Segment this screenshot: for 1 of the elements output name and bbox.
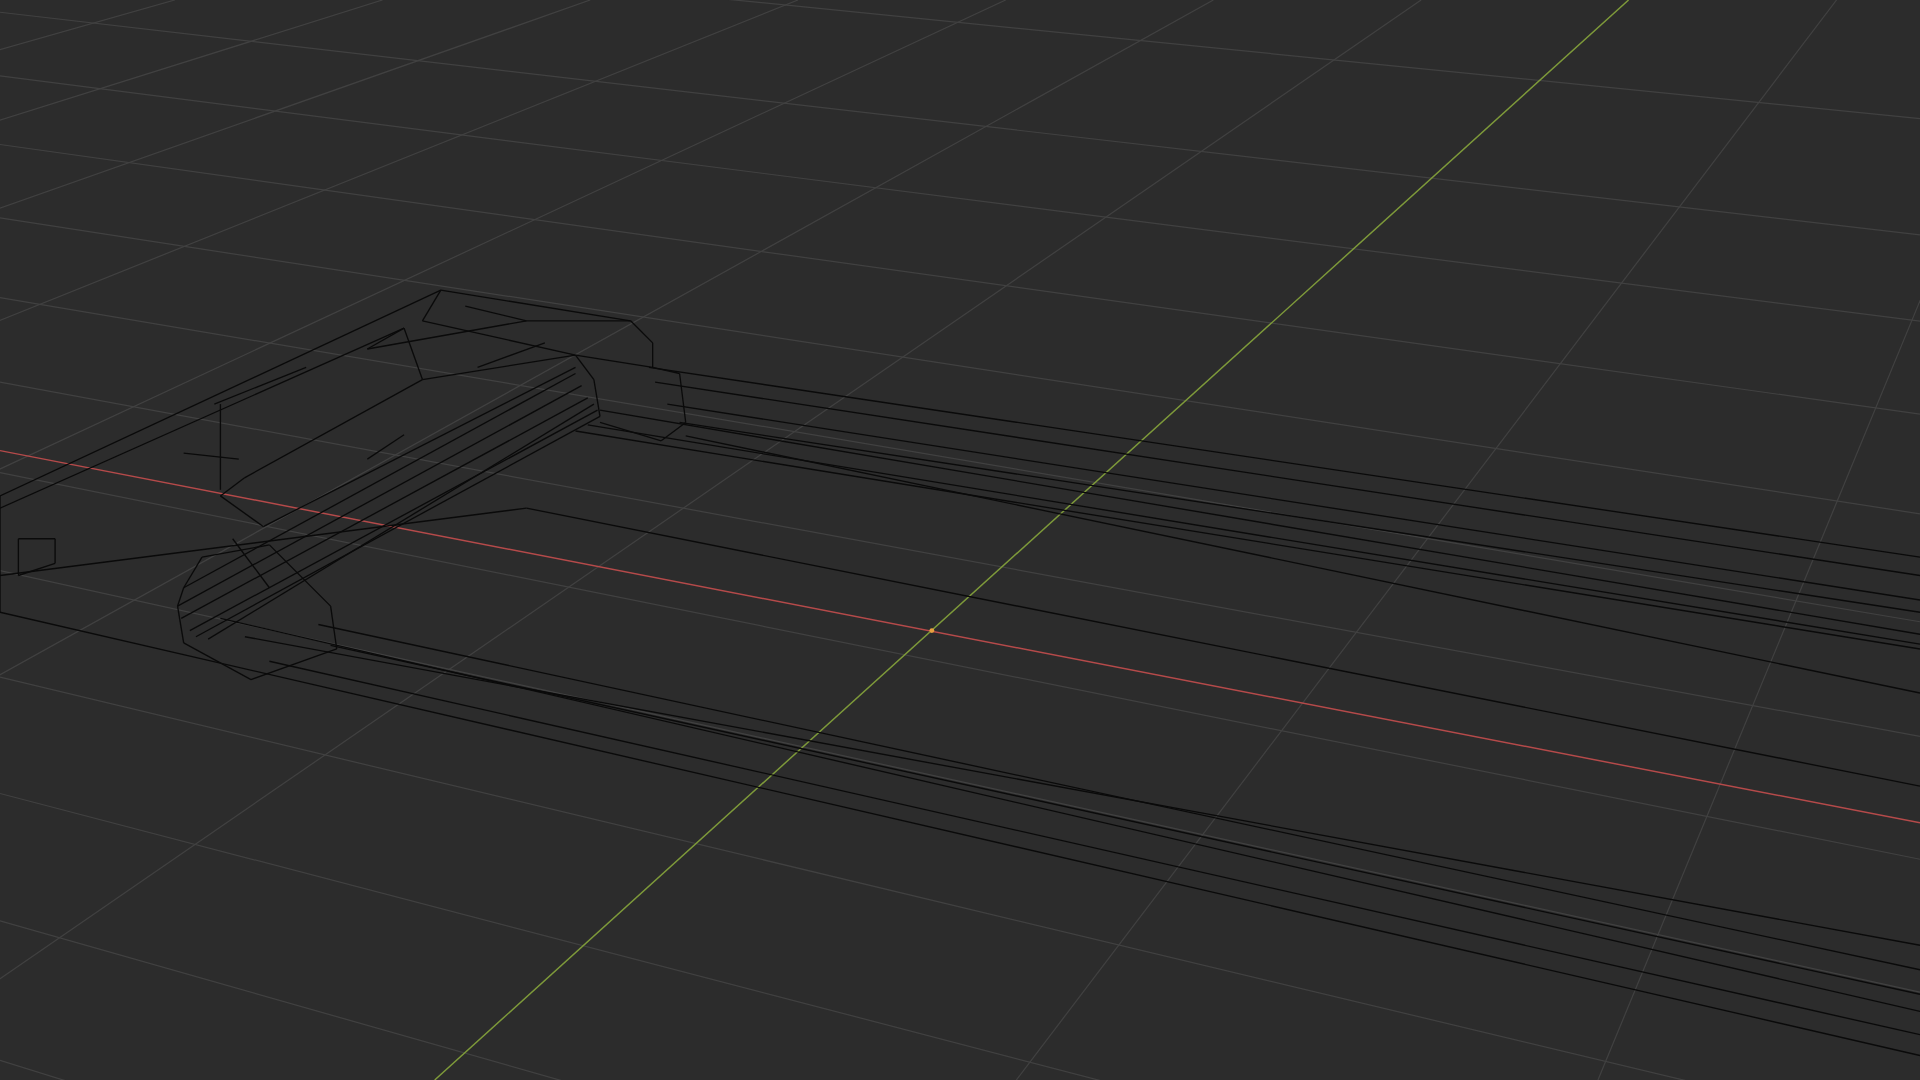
origin-dot: [929, 628, 935, 634]
